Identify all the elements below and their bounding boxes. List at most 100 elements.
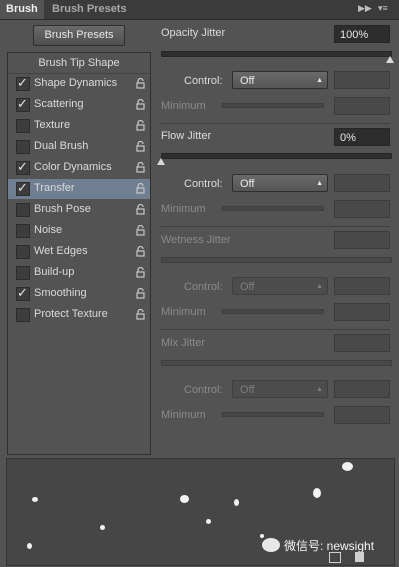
brush-tip-shape-item[interactable]: Brush Tip Shape [8,53,150,74]
brush-dab [100,525,105,530]
opacity-jitter-slider[interactable] [161,51,392,57]
lock-icon[interactable] [136,309,145,320]
chevron-updown-icon: ▲ [316,283,323,290]
wetness-control-value: Off [240,281,255,293]
mix-minimum-field[interactable] [334,406,390,424]
brush-presets-button[interactable]: Brush Presets [33,25,125,46]
mix-jitter-slider[interactable] [161,360,392,366]
grid-icon[interactable] [329,552,341,563]
checkbox[interactable]: ✓ [16,159,30,175]
option-label: Shape Dynamics [34,77,118,89]
lock-icon[interactable] [136,99,145,110]
flow-control-label: Control: [184,178,223,190]
opacity-jitter-value[interactable]: 100% [334,25,390,43]
brush-option-texture[interactable]: Texture [8,116,150,136]
brush-dab [27,543,32,549]
section-divider [161,329,390,330]
brush-option-build-up[interactable]: Build-up [8,263,150,283]
opacity-minimum-slider[interactable] [222,103,324,108]
brush-dab [180,495,189,503]
checkbox[interactable] [16,266,30,280]
option-label: Scattering [34,98,84,110]
checkbox[interactable]: ✓ [16,96,30,112]
brush-option-brush-pose[interactable]: Brush Pose [8,200,150,220]
checkbox[interactable] [16,224,30,238]
option-label: Color Dynamics [34,161,112,173]
lock-icon[interactable] [136,246,145,257]
checkmark-icon: ✓ [17,180,28,195]
lock-icon[interactable] [136,120,145,131]
checkbox[interactable] [16,245,30,259]
mix-minimum-label: Minimum [161,409,206,421]
section-divider [161,226,390,227]
lock-icon[interactable] [136,183,145,194]
mix-minimum-slider[interactable] [222,412,324,417]
brush-option-protect-texture[interactable]: Protect Texture [8,305,150,325]
flow-control-select[interactable]: Off ▲ [232,174,328,192]
flow-minimum-field[interactable] [334,200,390,218]
option-label: Build-up [34,266,75,278]
lock-icon[interactable] [136,162,145,173]
brush-option-shape-dynamics[interactable]: ✓ Shape Dynamics [8,74,150,94]
lock-icon[interactable] [136,267,145,278]
lock-icon[interactable] [136,78,145,89]
wetness-minimum-slider[interactable] [222,309,324,314]
opacity-minimum-field[interactable] [334,97,390,115]
brush-option-scattering[interactable]: ✓ Scattering [8,95,150,115]
lock-icon[interactable] [136,225,145,236]
lock-icon[interactable] [136,204,145,215]
brush-option-dual-brush[interactable]: Dual Brush [8,137,150,157]
option-label: Protect Texture [34,308,108,320]
lock-icon[interactable] [136,141,145,152]
option-label: Wet Edges [34,245,88,257]
tab-brush[interactable]: Brush [0,0,44,19]
flow-minimum-slider[interactable] [222,206,324,211]
mix-jitter-value[interactable] [334,334,390,352]
checkbox[interactable] [16,140,30,154]
wetness-jitter-value[interactable] [334,231,390,249]
double-arrow-icon[interactable]: ▶▶ [358,3,372,14]
wetness-control-select[interactable]: Off ▲ [232,277,328,295]
checkbox[interactable]: ✓ [16,180,30,196]
flow-control-field[interactable] [334,174,390,192]
flow-control-value: Off [240,178,255,190]
mix-control-label: Control: [184,384,223,396]
brush-dab [234,499,239,506]
option-label: Transfer [34,182,75,194]
checkbox[interactable] [16,119,30,133]
mix-control-value: Off [240,384,255,396]
checkbox[interactable] [16,308,30,322]
option-label: Brush Pose [34,203,91,215]
mix-jitter-label: Mix Jitter [161,337,205,349]
flow-jitter-slider[interactable] [161,153,392,159]
checkmark-icon: ✓ [17,75,28,90]
opacity-control-select[interactable]: Off ▲ [232,71,328,89]
checkbox[interactable]: ✓ [16,75,30,91]
mix-control-field[interactable] [334,380,390,398]
lock-icon[interactable] [136,288,145,299]
new-preset-icon[interactable] [355,552,364,562]
wechat-icon [262,538,280,552]
brush-option-noise[interactable]: Noise [8,221,150,241]
mix-control-select[interactable]: Off ▲ [232,380,328,398]
brush-option-color-dynamics[interactable]: ✓ Color Dynamics [8,158,150,178]
panel-menu-icon[interactable]: ▾≡ [378,3,388,14]
tab-brush-presets[interactable]: Brush Presets [46,0,133,19]
wetness-minimum-field[interactable] [334,303,390,321]
checkmark-icon: ✓ [17,285,28,300]
flow-jitter-value[interactable]: 0% [334,128,390,146]
brush-dab [206,519,211,524]
flow-minimum-label: Minimum [161,203,206,215]
checkbox[interactable] [16,203,30,217]
chevron-updown-icon: ▲ [316,77,323,84]
brush-option-transfer[interactable]: ✓ Transfer [8,179,150,199]
flow-jitter-thumb[interactable] [157,158,165,165]
opacity-control-field[interactable] [334,71,390,89]
opacity-jitter-thumb[interactable] [386,56,394,63]
brush-option-wet-edges[interactable]: Wet Edges [8,242,150,262]
checkbox[interactable]: ✓ [16,285,30,301]
chevron-updown-icon: ▲ [316,180,323,187]
wetness-control-field[interactable] [334,277,390,295]
wetness-jitter-slider[interactable] [161,257,392,263]
brush-option-smoothing[interactable]: ✓ Smoothing [8,284,150,304]
